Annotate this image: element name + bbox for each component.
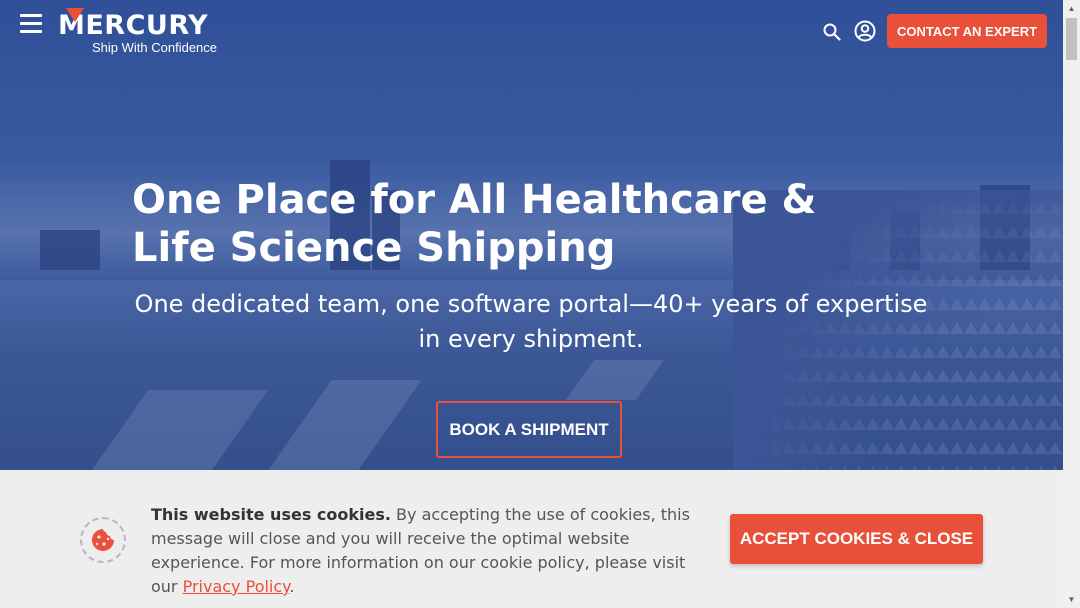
cookie-message: This website uses cookies. By accepting …	[151, 503, 711, 599]
book-shipment-button[interactable]: BOOK A SHIPMENT	[436, 401, 622, 458]
cookie-heading: This website uses cookies.	[151, 505, 391, 524]
logo-tagline: Ship With Confidence	[92, 40, 218, 55]
privacy-policy-link[interactable]: Privacy Policy	[183, 577, 290, 596]
cookie-banner: This website uses cookies. By accepting …	[0, 470, 1063, 608]
scroll-up-arrow-icon[interactable]: ▲	[1063, 0, 1080, 17]
skyline-building	[40, 230, 100, 270]
user-icon[interactable]	[854, 20, 876, 42]
logo-triangle-icon	[66, 8, 84, 22]
logo[interactable]: MERCURY Ship With Confidence	[58, 8, 238, 56]
page-scrollbar[interactable]: ▲ ▼	[1063, 0, 1080, 608]
accept-cookies-button[interactable]: ACCEPT COOKIES & CLOSE	[730, 514, 983, 564]
cookie-icon	[80, 517, 126, 563]
cookie-trailing: .	[289, 577, 295, 596]
menu-icon[interactable]	[20, 14, 42, 34]
contact-expert-button[interactable]: CONTACT AN EXPERT	[887, 14, 1047, 48]
scroll-down-arrow-icon[interactable]: ▼	[1063, 591, 1080, 608]
scroll-thumb[interactable]	[1066, 18, 1077, 60]
search-icon[interactable]	[823, 23, 841, 41]
hero-subtitle: One dedicated team, one software portal—…	[134, 290, 928, 353]
hero-title: One Place for All Healthcare & Life Scie…	[132, 177, 817, 271]
